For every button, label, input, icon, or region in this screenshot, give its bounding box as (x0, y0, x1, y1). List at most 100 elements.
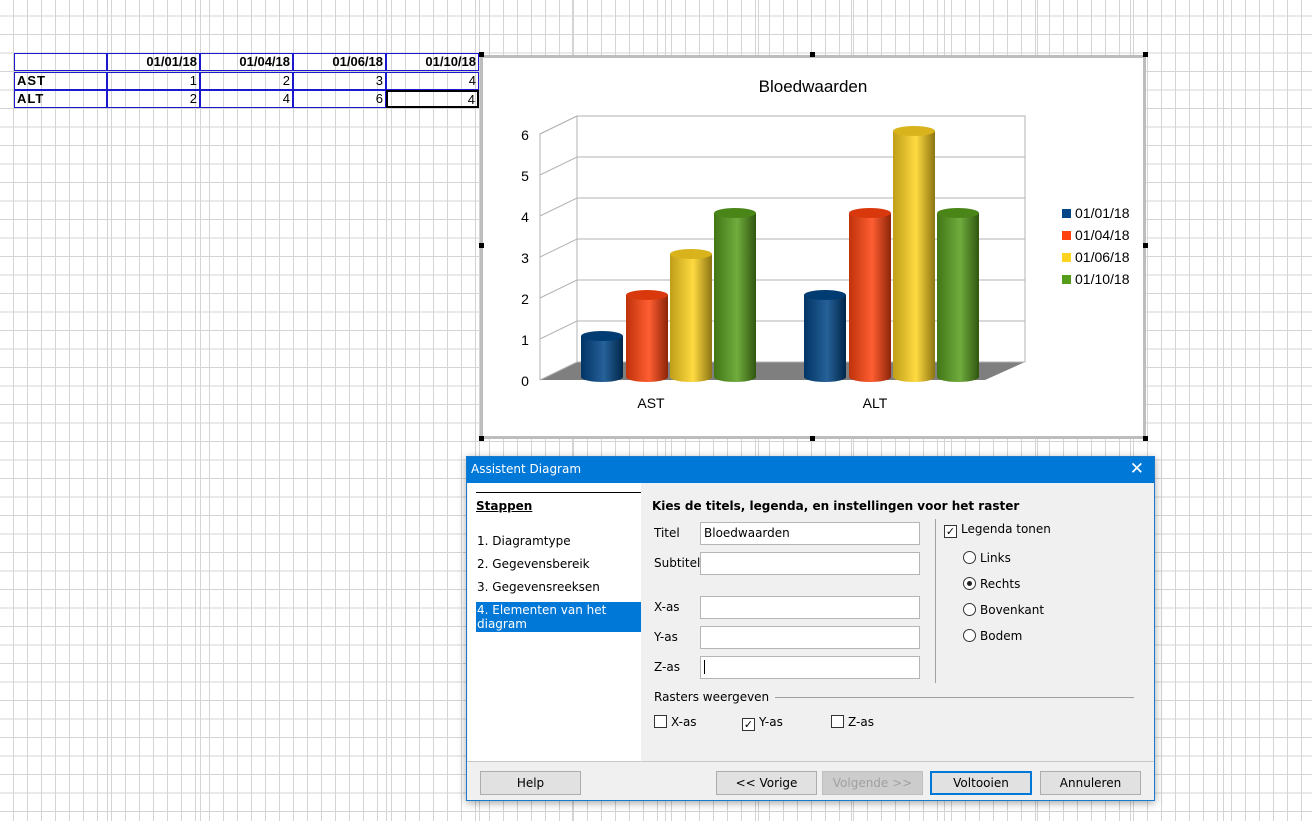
help-button[interactable]: Help (480, 771, 581, 795)
radio-rechts[interactable]: Rechts (963, 577, 1020, 591)
legend-show-checkbox[interactable]: ✓ Legenda tonen (944, 522, 1051, 538)
z-axis-input[interactable] (700, 656, 920, 679)
resize-handle[interactable] (810, 52, 815, 57)
radio-label: Links (980, 551, 1011, 565)
content-panel: Kies de titels, legenda, en instellingen… (642, 483, 1154, 761)
y-tick-label: 1 (521, 332, 529, 348)
value-cell[interactable]: 3 (293, 72, 386, 90)
previous-button[interactable]: << Vorige (716, 771, 817, 795)
row-label[interactable]: ALT (14, 90, 107, 108)
header-cell[interactable]: 01/01/18 (107, 53, 200, 71)
checkbox-label: Y-as (759, 715, 783, 729)
bar-top (714, 208, 756, 218)
radio-bodem[interactable]: Bodem (963, 629, 1022, 643)
dialog-title: Assistent Diagram (471, 462, 582, 476)
legend-entry: 01/06/18 (1075, 249, 1130, 265)
subtitel-input[interactable] (700, 552, 920, 575)
x-axis-input[interactable] (700, 596, 920, 619)
radio-bovenkant[interactable]: Bovenkant (963, 603, 1044, 617)
chart-wizard-dialog: Assistent Diagram ✕ Stappen 1. Diagramty… (466, 456, 1155, 801)
value-cell[interactable]: 6 (293, 90, 386, 108)
step-elementen[interactable]: 4. Elementen van het diagram (476, 602, 641, 632)
header-cell[interactable]: 01/04/18 (200, 53, 293, 71)
column-gridline (386, 0, 387, 821)
finish-button[interactable]: Voltooien (930, 771, 1032, 795)
bar-top (626, 290, 668, 300)
value-cell[interactable]: 1 (107, 72, 200, 90)
column-gridline (293, 0, 294, 821)
legend-swatch (1062, 253, 1071, 262)
column-gridline (107, 0, 108, 821)
bar-ALT-01/06/18 (893, 131, 935, 382)
titel-input[interactable]: Bloedwaarden (700, 522, 920, 545)
legend-show-label: Legenda tonen (961, 522, 1051, 536)
legend-entry: 01/04/18 (1075, 227, 1130, 243)
resize-handle[interactable] (1143, 436, 1148, 441)
checkbox-checked-icon: ✓ (944, 525, 957, 538)
checkbox-icon (831, 715, 844, 728)
dialog-titlebar[interactable]: Assistent Diagram ✕ (467, 457, 1154, 483)
y-tick-label: 2 (521, 291, 529, 307)
bar-top (804, 290, 846, 300)
legend-entry: 01/10/18 (1075, 271, 1130, 287)
radio-icon (963, 629, 976, 642)
radio-selected-icon (963, 577, 976, 590)
legend-swatch (1062, 209, 1071, 218)
bar-top (937, 208, 979, 218)
header-cell[interactable]: 01/10/18 (386, 53, 479, 71)
step-gegevensreeksen[interactable]: 3. Gegevensreeksen (476, 579, 601, 595)
resize-handle[interactable] (1143, 52, 1148, 57)
grid-heading: Rasters weergeven (654, 690, 776, 704)
chart[interactable]: Bloedwaarden 0 1 2 3 4 5 6 AST ALT 01/01/18 01/04/1… (480, 55, 1146, 439)
cancel-button[interactable]: Annuleren (1040, 771, 1141, 795)
y-tick-label: 0 (521, 373, 529, 389)
bar-top (670, 249, 712, 259)
bar-AST-01/01/18 (581, 336, 623, 382)
checkbox-label: Z-as (848, 715, 874, 729)
radio-icon (963, 603, 976, 616)
y-tick-label: 6 (521, 127, 529, 143)
radio-links[interactable]: Links (963, 551, 1011, 565)
row-label[interactable]: AST (14, 72, 107, 90)
selected-cell[interactable]: 4 (386, 90, 479, 108)
step-gegevensbereik[interactable]: 2. Gegevensbereik (476, 556, 591, 572)
z-axis-label: Z-as (654, 660, 680, 674)
value-cell[interactable]: 4 (200, 90, 293, 108)
radio-label: Bodem (980, 629, 1023, 643)
checkbox-checked-icon: ✓ (742, 718, 755, 731)
y-axis-label: Y-as (654, 630, 678, 644)
step-diagramtype[interactable]: 1. Diagramtype (476, 533, 572, 549)
cell-corner[interactable] (14, 53, 107, 71)
close-icon[interactable]: ✕ (1130, 459, 1144, 479)
bar-top (893, 126, 935, 136)
header-cell[interactable]: 01/06/18 (293, 53, 386, 71)
bar-ALT-01/04/18 (849, 213, 891, 382)
y-axis-input[interactable] (700, 626, 920, 649)
content-heading: Kies de titels, legenda, en instellingen… (652, 499, 1020, 513)
bar-AST-01/04/18 (626, 295, 668, 382)
resize-handle[interactable] (479, 436, 484, 441)
resize-handle[interactable] (479, 52, 484, 57)
grid-y-checkbox[interactable]: ✓ Y-as (742, 715, 783, 731)
steps-heading: Stappen (476, 499, 533, 513)
radio-label: Bovenkant (980, 603, 1045, 617)
bar-ALT-01/10/18 (937, 213, 979, 382)
bar-AST-01/10/18 (714, 213, 756, 382)
divider (935, 519, 936, 683)
resize-handle[interactable] (1143, 243, 1148, 248)
checkbox-icon (654, 715, 667, 728)
grid-z-checkbox[interactable]: Z-as (831, 715, 874, 729)
value-cell[interactable]: 4 (386, 72, 479, 90)
titel-label: Titel (654, 526, 680, 540)
checkbox-label: X-as (671, 715, 697, 729)
value-cell[interactable]: 2 (200, 72, 293, 90)
column-gridline (1223, 0, 1224, 821)
resize-handle[interactable] (479, 243, 484, 248)
next-button[interactable]: Volgende >> (822, 771, 923, 795)
resize-handle[interactable] (810, 436, 815, 441)
chart-title: Bloedwaarden (759, 77, 868, 96)
y-tick-label: 4 (521, 209, 529, 225)
value-cell[interactable]: 2 (107, 90, 200, 108)
grid-x-checkbox[interactable]: X-as (654, 715, 697, 729)
x-axis-label: X-as (654, 600, 680, 614)
